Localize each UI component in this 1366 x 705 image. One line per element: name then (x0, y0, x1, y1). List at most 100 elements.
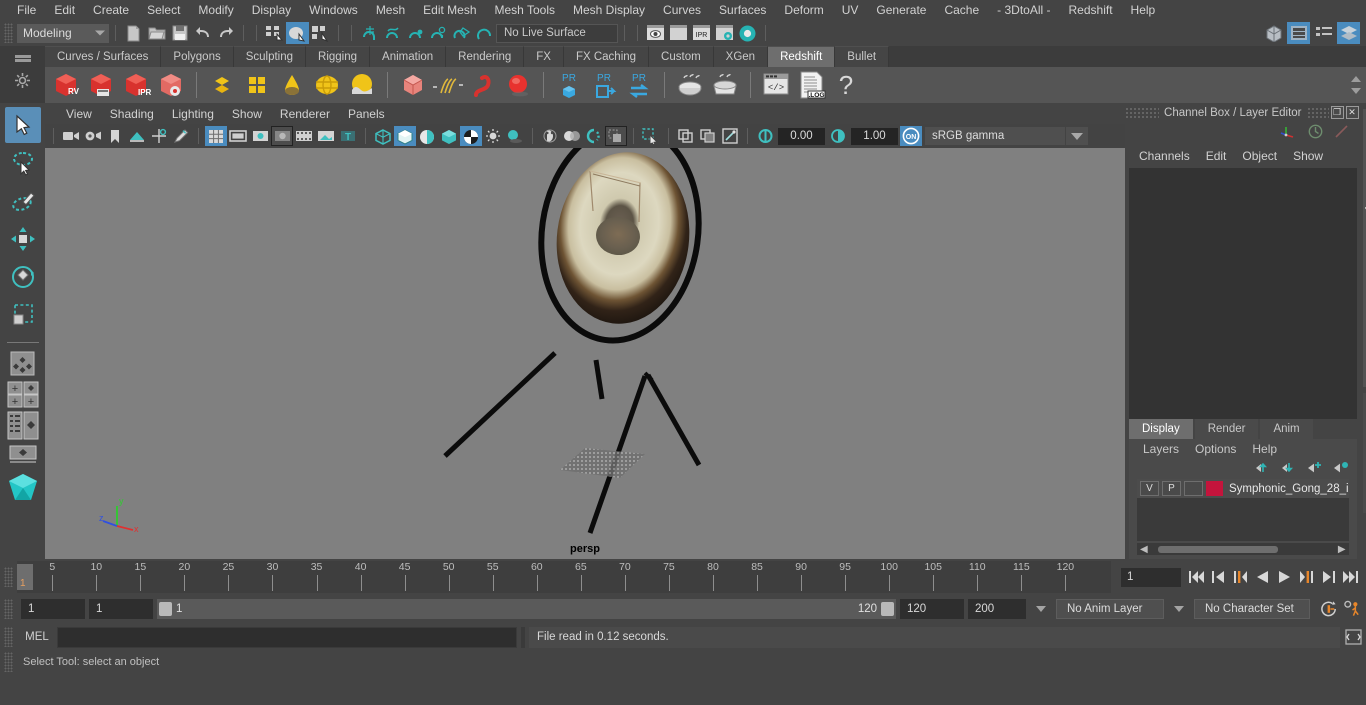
menu-deform[interactable]: Deform (775, 0, 832, 20)
toggle-resolution-gate-icon[interactable] (249, 126, 271, 146)
layer-menu-layers[interactable]: Layers (1135, 442, 1187, 456)
viewport-menu-panels[interactable]: Panels (339, 107, 394, 121)
shelf-options-gear-icon[interactable] (15, 73, 30, 91)
shelf-tab-redshift[interactable]: Redshift (768, 46, 836, 67)
shelf-polygon-cone-icon[interactable] (275, 69, 309, 102)
anim-end-time-field[interactable]: 200 (968, 599, 1026, 619)
manipulator-axis-icon[interactable] (1280, 124, 1297, 142)
channel-box-attribute-list[interactable] (1129, 168, 1357, 419)
layer-menu-options[interactable]: Options (1187, 442, 1244, 456)
layer-display-type-toggle[interactable] (1184, 481, 1203, 496)
color-management-toggle-icon[interactable]: ON (900, 126, 922, 146)
texture-display-icon[interactable] (460, 126, 482, 146)
exposure-reset-icon[interactable] (754, 126, 776, 146)
create-new-layer-icon[interactable] (1307, 461, 1323, 477)
shelf-tab-polygons[interactable]: Polygons (161, 46, 234, 67)
anim-start-time-field[interactable]: 1 (21, 599, 85, 619)
current-time-indicator[interactable]: 1 (17, 564, 33, 590)
animation-preferences-icon[interactable] (1343, 599, 1362, 619)
channel-box-menu-edit[interactable]: Edit (1198, 149, 1235, 163)
open-scene-icon[interactable] (145, 22, 168, 44)
viewport-menu-lighting[interactable]: Lighting (163, 107, 223, 121)
layer-color-swatch[interactable] (1206, 481, 1223, 496)
viewport-menu-renderer[interactable]: Renderer (271, 107, 339, 121)
shelf-bake-1-icon[interactable] (673, 69, 707, 102)
close-panel-icon[interactable]: ✕ (1345, 106, 1359, 119)
anim-layer-chevron-down-icon[interactable] (1036, 606, 1046, 612)
snap-to-point-icon[interactable] (404, 22, 427, 44)
menu-file[interactable]: File (8, 0, 45, 20)
menu-redshift[interactable]: Redshift (1060, 0, 1122, 20)
two-d-pan-zoom-icon[interactable] (148, 126, 170, 146)
layer-tab-display[interactable]: Display (1129, 419, 1193, 439)
play-backwards-button[interactable] (1253, 567, 1272, 587)
shelf-scroll-arrows[interactable] (1346, 76, 1366, 94)
render-settings-icon[interactable] (713, 22, 736, 44)
viewport-menu-shading[interactable]: Shading (101, 107, 163, 121)
shelf-tab-curves-surfaces[interactable]: Curves / Surfaces (45, 46, 162, 67)
shelf-curve-tool-icon[interactable] (466, 69, 500, 102)
time-slider-grip[interactable] (4, 567, 13, 587)
shelf-tab-custom[interactable]: Custom (649, 46, 714, 67)
snap-to-view-plane-icon[interactable] (450, 22, 473, 44)
command-line-resize-handle[interactable] (521, 626, 525, 648)
shelf-tab-rigging[interactable]: Rigging (306, 46, 371, 67)
xray-mode-icon[interactable] (675, 126, 697, 146)
range-bar-right-handle[interactable] (881, 602, 894, 616)
layer-playback-toggle[interactable]: P (1162, 481, 1181, 496)
undo-icon[interactable] (191, 22, 214, 44)
command-line-grip[interactable] (4, 627, 13, 647)
snap-to-curve-icon[interactable] (381, 22, 404, 44)
select-by-component-type-icon[interactable] (309, 22, 332, 44)
show-hide-attribute-editor-icon[interactable] (1287, 22, 1310, 44)
scroll-left-arrow-icon[interactable]: ◀ (1137, 544, 1148, 555)
select-camera-icon[interactable] (60, 126, 82, 146)
menu-display[interactable]: Display (243, 0, 300, 20)
toggle-image-plane-display-icon[interactable] (315, 126, 337, 146)
grease-pencil-icon[interactable] (170, 126, 192, 146)
toggle-gate-mask-icon[interactable] (271, 126, 293, 146)
playback-end-time-field[interactable]: 120 (900, 599, 964, 619)
shelf-nurbs-curve-icon[interactable] (431, 69, 465, 102)
input-connection-icon[interactable] (1334, 124, 1349, 142)
shelf-redshift-render-settings-icon[interactable] (154, 69, 188, 102)
ipr-render-icon[interactable]: IPR (690, 22, 713, 44)
shelf-tab-fx-caching[interactable]: FX Caching (563, 46, 650, 67)
menu-mesh[interactable]: Mesh (367, 0, 414, 20)
camera-attributes-icon[interactable] (82, 126, 104, 146)
menu-uv[interactable]: UV (833, 0, 868, 20)
display-layer-list[interactable]: V P Symphonic_Gong_28_i (1137, 479, 1349, 541)
layer-menu-help[interactable]: Help (1244, 442, 1285, 456)
color-profile-chevron-down-icon[interactable] (1066, 127, 1088, 145)
script-editor-button[interactable] (1340, 629, 1366, 645)
menu-3dtoall[interactable]: - 3DtoAll - (988, 0, 1059, 20)
shelf-tab-bullet[interactable]: Bullet (835, 46, 890, 67)
hypershade-icon[interactable] (736, 22, 759, 44)
screen-space-ao-icon[interactable] (539, 126, 561, 146)
motion-blur-icon[interactable] (561, 126, 583, 146)
viewport-menu-view[interactable]: View (57, 107, 101, 121)
multisample-aa-icon[interactable] (583, 126, 605, 146)
undock-panel-icon[interactable]: ❐ (1330, 106, 1344, 119)
shelf-log-icon[interactable]: .LOG (794, 69, 828, 102)
select-by-object-type-icon[interactable] (286, 22, 309, 44)
redo-render-icon[interactable] (667, 22, 690, 44)
exposure-value-field[interactable]: 0.00 (778, 127, 825, 145)
step-back-frame-button[interactable] (1209, 567, 1228, 587)
xray-active-components-icon[interactable] (719, 126, 741, 146)
xray-joints-icon[interactable] (697, 126, 719, 146)
shelf-polygon-hemisphere-icon[interactable] (345, 69, 379, 102)
menu-cache[interactable]: Cache (935, 0, 988, 20)
playback-start-time-field[interactable]: 1 (89, 599, 153, 619)
shelf-tab-xgen[interactable]: XGen (713, 46, 769, 67)
shelf-redshift-ipr-icon[interactable]: IPR (119, 69, 153, 102)
persp-viewport[interactable]: y x z persp (45, 148, 1125, 559)
layer-name-label[interactable]: Symphonic_Gong_28_i (1229, 483, 1349, 495)
menu-mesh-tools[interactable]: Mesh Tools (486, 0, 564, 20)
current-frame-field[interactable]: 1 (1121, 567, 1181, 587)
range-bar-right-handle-group[interactable]: 120 (858, 602, 894, 616)
sidetab-channel-box-layer-editor[interactable]: Channel Box / Layer Editor (1362, 109, 1366, 387)
move-layer-up-icon[interactable] (1255, 461, 1271, 477)
shelf-pr-transfer-icon[interactable]: PR (622, 69, 656, 102)
channel-box-menu-show[interactable]: Show (1285, 149, 1331, 163)
